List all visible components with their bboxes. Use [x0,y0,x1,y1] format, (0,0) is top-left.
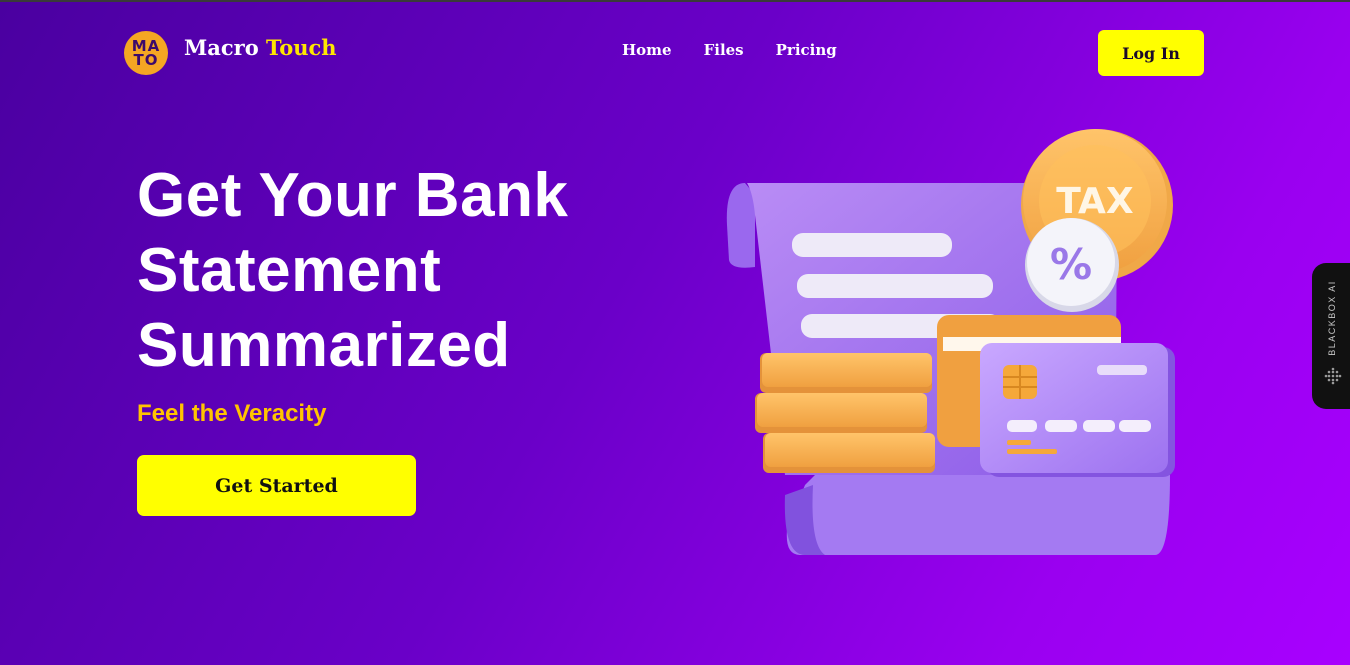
percent-coin-label: % [1050,240,1092,289]
brand-word-1: Macro [184,34,259,60]
headline-line-3: Summarized [137,311,511,380]
receipt-line-2 [797,274,993,298]
credit-card [980,343,1175,477]
nav-files-link[interactable]: Files [704,41,744,59]
hero-headline: Get Your Bank Statement Summarized [137,158,657,383]
window-top-border [0,0,1350,2]
headline-line-1: Get Your Bank [137,161,569,230]
logo-badge: MA TO [124,31,168,75]
login-button[interactable]: Log In [1098,30,1204,76]
percent-coin: % [1025,218,1119,312]
dots-grid-icon [1324,367,1342,385]
logo-badge-line2: TO [133,51,159,69]
tax-coin-label: TAX [1056,181,1134,222]
side-widget-label: BLACKBOX AI [1327,280,1337,356]
brand-name: Macro Touch [184,35,337,60]
nav-home-link[interactable]: Home [622,41,672,59]
side-widget[interactable]: BLACKBOX AI [1312,263,1350,409]
get-started-button[interactable]: Get Started [137,455,416,516]
hero-tagline: Feel the Veracity [137,400,327,427]
main-nav: Home Files Pricing [622,41,837,59]
coin-stack [755,353,935,473]
bank-statement-illustration: TAX % [726,129,1175,555]
brand-word-2: Touch [266,34,337,60]
brand-logo[interactable]: MA TO Macro Touch [124,31,337,75]
headline-line-2: Statement [137,236,442,305]
receipt-line-1 [792,233,952,257]
nav-pricing-link[interactable]: Pricing [776,41,837,59]
